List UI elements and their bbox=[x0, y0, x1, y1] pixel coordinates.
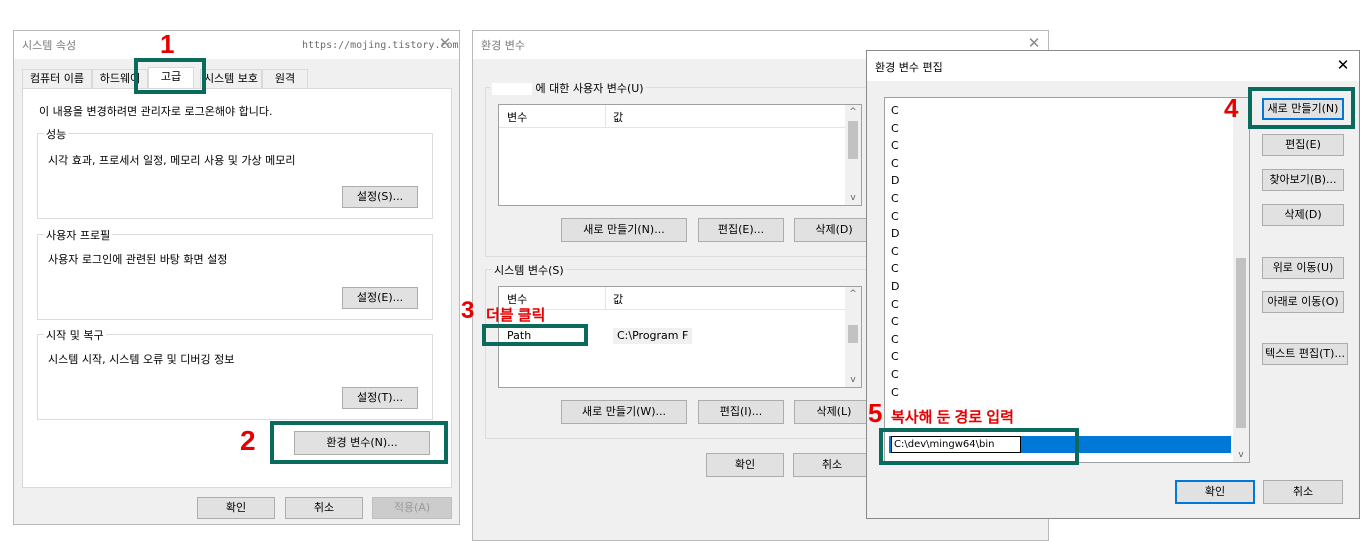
startup-recovery-desc: 시스템 시작, 시스템 오류 및 디버깅 정보 bbox=[48, 353, 235, 366]
col-value[interactable]: 값 bbox=[613, 109, 623, 125]
list-item[interactable]: D bbox=[891, 225, 899, 242]
tab-system-protection[interactable]: 시스템 보호 bbox=[200, 69, 262, 89]
system-properties-titlebar: 시스템 속성 https://mojing.tistory.com ✕ bbox=[14, 31, 459, 59]
system-edit-button[interactable]: 편집(I)... bbox=[698, 400, 784, 424]
list-item[interactable]: C bbox=[891, 260, 899, 277]
scroll-up-icon[interactable]: ^ bbox=[845, 287, 861, 301]
system-new-button[interactable]: 새로 만들기(W)... bbox=[561, 400, 687, 424]
col-divider bbox=[605, 287, 606, 309]
step-2-number: 2 bbox=[240, 425, 256, 456]
scroll-thumb[interactable] bbox=[1236, 258, 1246, 428]
col-variable[interactable]: 변수 bbox=[507, 109, 527, 125]
step-5-label: 복사해 둔 경로 입력 bbox=[891, 409, 1014, 426]
user-variables-title-text: 에 대한 사용자 변수(U) bbox=[535, 82, 644, 95]
list-item[interactable]: C bbox=[891, 208, 899, 225]
user-profile-settings-button[interactable]: 설정(E)... bbox=[342, 287, 418, 309]
performance-desc: 시각 효과, 프로세서 일정, 메모리 사용 및 가상 메모리 bbox=[48, 154, 296, 167]
step-4-number: 4 bbox=[1224, 93, 1239, 123]
envvars-cancel-button[interactable]: 취소 bbox=[793, 453, 871, 477]
scroll-down-icon[interactable]: v bbox=[845, 191, 861, 205]
list-item[interactable]: C bbox=[891, 348, 899, 365]
step-5-number: 5 bbox=[868, 398, 883, 428]
user-variables-list[interactable]: 변수 값 ^ v bbox=[498, 104, 862, 206]
scroll-thumb[interactable] bbox=[848, 325, 858, 343]
performance-title: 성능 bbox=[44, 126, 69, 142]
list-item[interactable]: D bbox=[891, 278, 899, 295]
sysprops-apply-button: 적용(A) bbox=[372, 497, 452, 519]
list-item[interactable]: C bbox=[891, 137, 899, 154]
list-header: 변수 값 bbox=[499, 105, 861, 128]
startup-recovery-settings-button[interactable]: 설정(T)... bbox=[342, 387, 418, 409]
user-profile-group: 사용자 프로필 사용자 로그인에 관련된 바탕 화면 설정 설정(E)... bbox=[37, 227, 433, 320]
user-edit-button[interactable]: 편집(E)... bbox=[698, 218, 784, 242]
list-item[interactable]: C bbox=[891, 384, 899, 401]
sysprops-ok-button[interactable]: 확인 bbox=[197, 497, 275, 519]
user-profile-title: 사용자 프로필 bbox=[44, 227, 113, 243]
user-profile-desc: 사용자 로그인에 관련된 바탕 화면 설정 bbox=[48, 253, 228, 266]
list-item[interactable]: C bbox=[891, 366, 899, 383]
list-item[interactable]: C bbox=[891, 313, 899, 330]
window-title: 환경 변수 편집 bbox=[875, 61, 943, 74]
list-header: 변수 값 bbox=[499, 287, 861, 310]
scroll-thumb[interactable] bbox=[848, 121, 858, 159]
step-3-label: 더블 클릭 bbox=[486, 307, 546, 324]
path-delete-button[interactable]: 삭제(D) bbox=[1262, 204, 1344, 226]
close-icon[interactable]: ✕ bbox=[1333, 55, 1353, 75]
path-move-up-button[interactable]: 위로 이동(U) bbox=[1262, 257, 1344, 279]
col-divider bbox=[605, 105, 606, 127]
path-text-edit-button[interactable]: 텍스트 편집(T)... bbox=[1262, 343, 1348, 365]
list-item[interactable]: C bbox=[891, 243, 899, 260]
col-value[interactable]: 값 bbox=[613, 291, 623, 307]
step-5-highlight bbox=[879, 428, 1079, 465]
tab-remote[interactable]: 원격 bbox=[262, 69, 308, 89]
step-1-highlight bbox=[134, 58, 206, 94]
path-move-down-button[interactable]: 아래로 이동(O) bbox=[1262, 291, 1344, 313]
list-item[interactable]: C bbox=[891, 102, 899, 119]
scroll-down-icon[interactable]: v bbox=[845, 373, 861, 387]
startup-recovery-title: 시작 및 복구 bbox=[44, 327, 106, 343]
envvars-ok-button[interactable]: 확인 bbox=[706, 453, 784, 477]
system-delete-button[interactable]: 삭제(L) bbox=[794, 400, 874, 424]
username-redacted bbox=[492, 83, 532, 95]
step-2-highlight bbox=[270, 421, 448, 464]
step-1-number: 1 bbox=[160, 29, 175, 59]
window-title: 시스템 속성 bbox=[22, 39, 77, 52]
path-edit-button[interactable]: 편집(E) bbox=[1262, 134, 1344, 156]
list-item[interactable]: C bbox=[891, 296, 899, 313]
editenv-cancel-button[interactable]: 취소 bbox=[1263, 480, 1343, 504]
system-variables-group: 시스템 변수(S) 변수 값 Path C:\Program F ^ v 새로 … bbox=[485, 262, 877, 439]
step-3-number: 3 bbox=[461, 297, 475, 324]
step-4-highlight bbox=[1248, 87, 1355, 129]
list-item[interactable]: C bbox=[891, 120, 899, 137]
user-variables-title: 에 대한 사용자 변수(U) bbox=[490, 80, 646, 96]
performance-group: 성능 시각 효과, 프로세서 일정, 메모리 사용 및 가상 메모리 설정(S)… bbox=[37, 126, 433, 219]
window-title: 환경 변수 bbox=[481, 39, 525, 52]
user-variables-group: 에 대한 사용자 변수(U) 변수 값 ^ v 새로 만들기(N)... 편집(… bbox=[485, 80, 877, 257]
scroll-down-icon[interactable]: v bbox=[1233, 448, 1249, 462]
user-list-scrollbar[interactable]: ^ v bbox=[845, 105, 861, 205]
step-3-highlight bbox=[482, 324, 588, 346]
path-list-scrollbar[interactable]: v bbox=[1233, 98, 1249, 462]
path-browse-button[interactable]: 찾아보기(B)... bbox=[1262, 169, 1344, 191]
list-item[interactable]: D bbox=[891, 172, 899, 189]
list-item[interactable]: C bbox=[891, 155, 899, 172]
scroll-up-icon[interactable]: ^ bbox=[845, 105, 861, 119]
performance-settings-button[interactable]: 설정(S)... bbox=[342, 186, 418, 208]
user-delete-button[interactable]: 삭제(D) bbox=[794, 218, 874, 242]
system-variables-title: 시스템 변수(S) bbox=[492, 262, 566, 278]
close-icon[interactable]: ✕ bbox=[435, 33, 455, 53]
list-item[interactable]: C bbox=[891, 331, 899, 348]
tab-computer-name[interactable]: 컴퓨터 이름 bbox=[22, 69, 92, 89]
editenv-ok-button[interactable]: 확인 bbox=[1175, 480, 1255, 504]
system-list-scrollbar[interactable]: ^ v bbox=[845, 287, 861, 387]
edit-env-titlebar: 환경 변수 편집 ✕ bbox=[867, 51, 1359, 81]
startup-recovery-group: 시작 및 복구 시스템 시작, 시스템 오류 및 디버깅 정보 설정(T)... bbox=[37, 327, 433, 420]
user-new-button[interactable]: 새로 만들기(N)... bbox=[561, 218, 687, 242]
path-variable-value: C:\Program F bbox=[613, 328, 693, 344]
list-item[interactable]: C bbox=[891, 190, 899, 207]
admin-note: 이 내용을 변경하려면 관리자로 로그온해야 합니다. bbox=[39, 105, 273, 118]
sysprops-cancel-button[interactable]: 취소 bbox=[285, 497, 363, 519]
